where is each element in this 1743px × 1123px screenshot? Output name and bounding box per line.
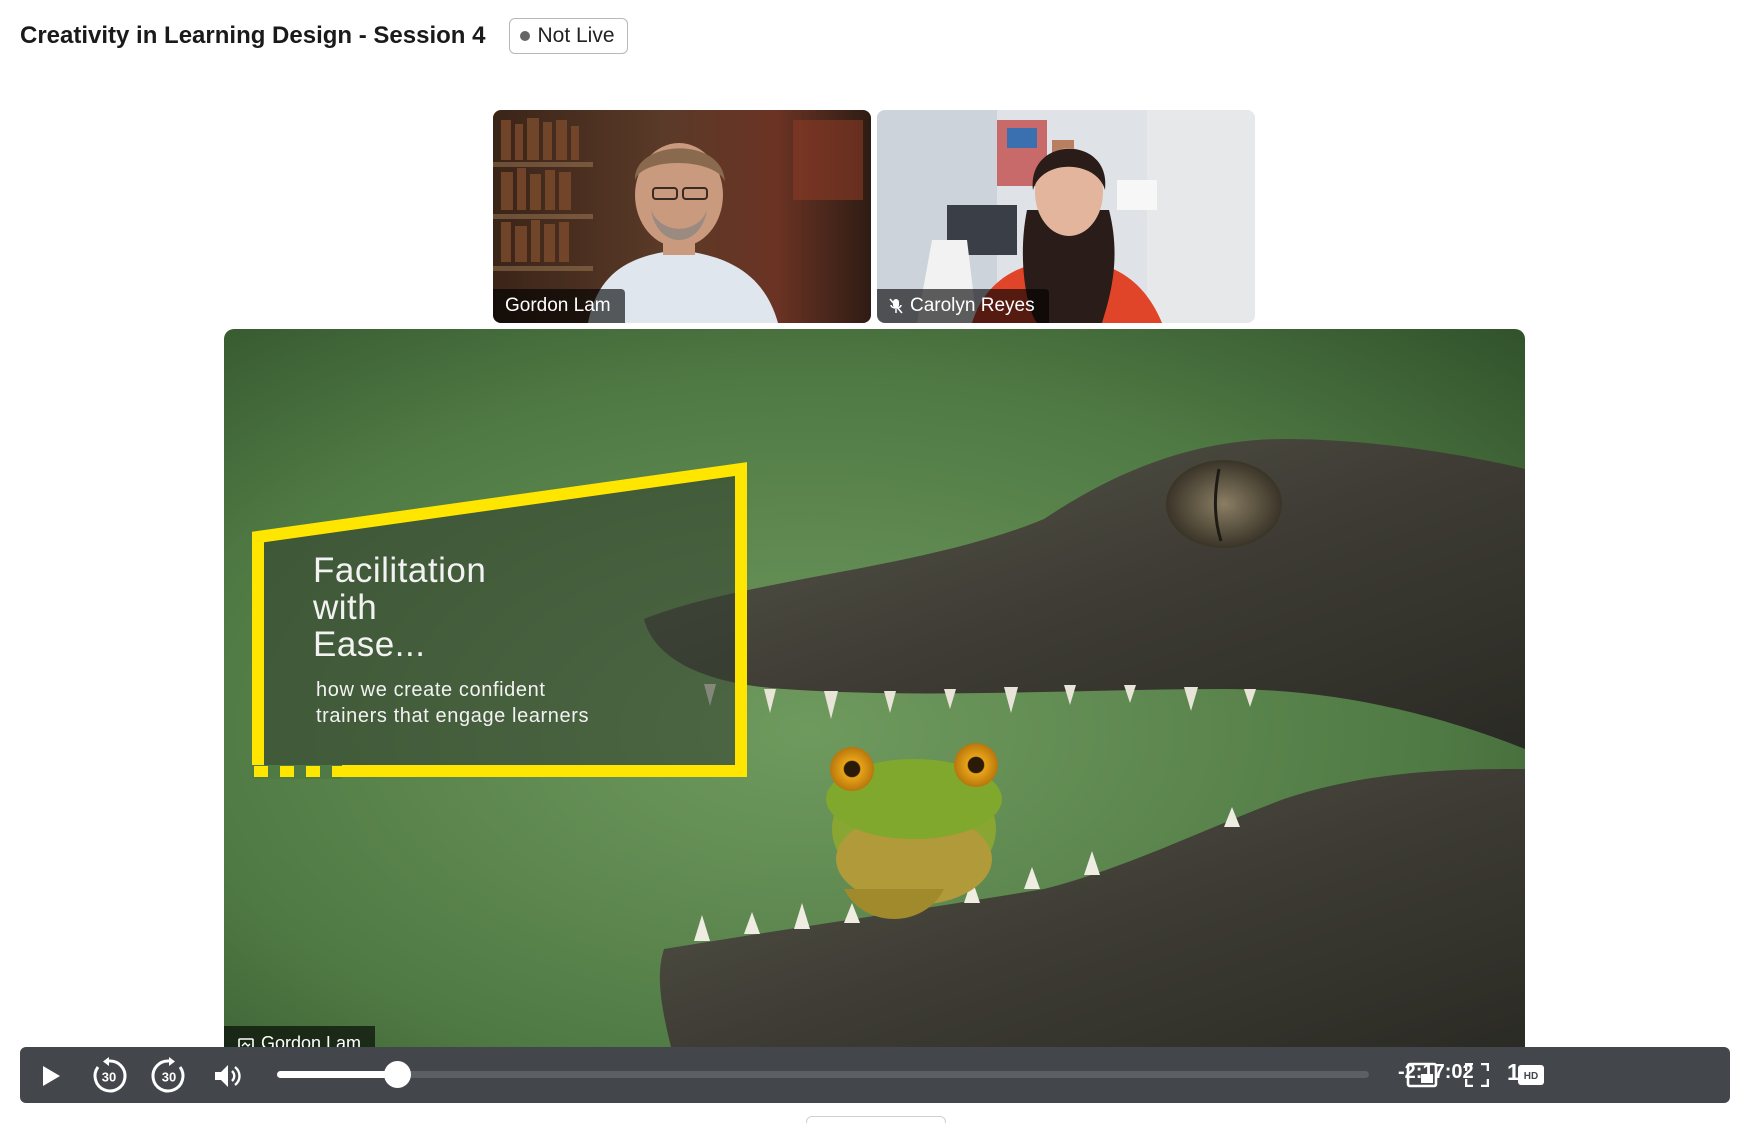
slide-title-line: with — [313, 588, 378, 627]
bottom-tab-handle[interactable] — [806, 1116, 946, 1123]
forward-30-icon: 30 — [151, 1057, 185, 1093]
fullscreen-icon — [1465, 1063, 1489, 1087]
rewind-30-button[interactable]: 30 — [90, 1057, 128, 1095]
slide-title-line: Facilitation — [313, 551, 487, 590]
muted-microphone-icon — [889, 298, 903, 314]
slide-title-line: Ease... — [313, 625, 426, 664]
forward-30-label: 30 — [162, 1070, 176, 1085]
play-icon — [43, 1066, 60, 1086]
participant-name-tag: Gordon Lam — [493, 289, 625, 323]
fullscreen-button[interactable] — [1460, 1059, 1494, 1091]
picture-in-picture-button[interactable] — [1404, 1059, 1440, 1091]
slide-title: Facilitation with Ease... — [313, 552, 486, 663]
status-badge-label: Not Live — [537, 24, 615, 47]
volume-icon — [215, 1065, 241, 1087]
rewind-30-icon: 30 — [93, 1057, 127, 1093]
playback-progress-bar[interactable] — [277, 1061, 1369, 1088]
participant-name: Gordon Lam — [505, 295, 611, 316]
slide-subtitle: how we create confident trainers that en… — [316, 677, 589, 729]
participant-name-tag: Carolyn Reyes — [877, 289, 1049, 323]
participant-tile-gordon[interactable]: Gordon Lam — [493, 110, 871, 323]
hd-quality-button[interactable]: HD — [1514, 1060, 1548, 1090]
live-status-badge: Not Live — [509, 18, 628, 54]
forward-30-button[interactable]: 30 — [150, 1057, 188, 1095]
slide-subtitle-line: trainers that engage learners — [316, 705, 590, 727]
picture-in-picture-icon — [1406, 1062, 1438, 1088]
hd-icon: HD — [1518, 1065, 1544, 1085]
page-title: Creativity in Learning Design - Session … — [20, 22, 486, 49]
volume-button[interactable] — [210, 1058, 246, 1094]
player-controls: 30 30 -2:17:02 1x HD — [20, 1047, 1730, 1103]
participant-name: Carolyn Reyes — [910, 295, 1035, 316]
playback-progress-fill — [277, 1071, 398, 1078]
play-button[interactable] — [34, 1059, 68, 1093]
rewind-30-label: 30 — [102, 1070, 116, 1085]
slide-subtitle-line: how we create confident — [316, 679, 546, 701]
hd-label: HD — [1524, 1071, 1538, 1082]
header: Creativity in Learning Design - Session … — [20, 18, 628, 54]
playback-scrubber-handle[interactable] — [384, 1061, 412, 1088]
participant-tile-carolyn[interactable]: Carolyn Reyes — [877, 110, 1255, 323]
status-dot-icon — [520, 31, 531, 41]
